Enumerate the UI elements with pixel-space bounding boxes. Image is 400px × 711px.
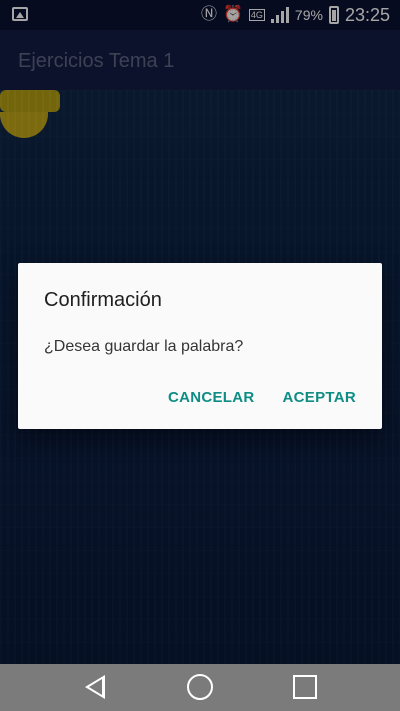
recent-apps-square-icon (293, 675, 317, 699)
back-triangle-icon (85, 675, 105, 699)
dialog-title: Confirmación (44, 289, 162, 311)
home-circle-icon (187, 674, 213, 700)
back-button[interactable] (80, 672, 110, 702)
dialog-message: ¿Desea guardar la palabra? (44, 338, 244, 355)
recent-apps-button[interactable] (290, 672, 320, 702)
dialog-actions: CANCELAR ACEPTAR (168, 389, 356, 406)
navigation-bar (0, 664, 400, 711)
home-button[interactable] (185, 672, 215, 702)
confirmation-dialog: Confirmación ¿Desea guardar la palabra? … (18, 263, 382, 429)
accept-button[interactable]: ACEPTAR (283, 389, 357, 406)
cancel-button[interactable]: CANCELAR (168, 389, 255, 406)
